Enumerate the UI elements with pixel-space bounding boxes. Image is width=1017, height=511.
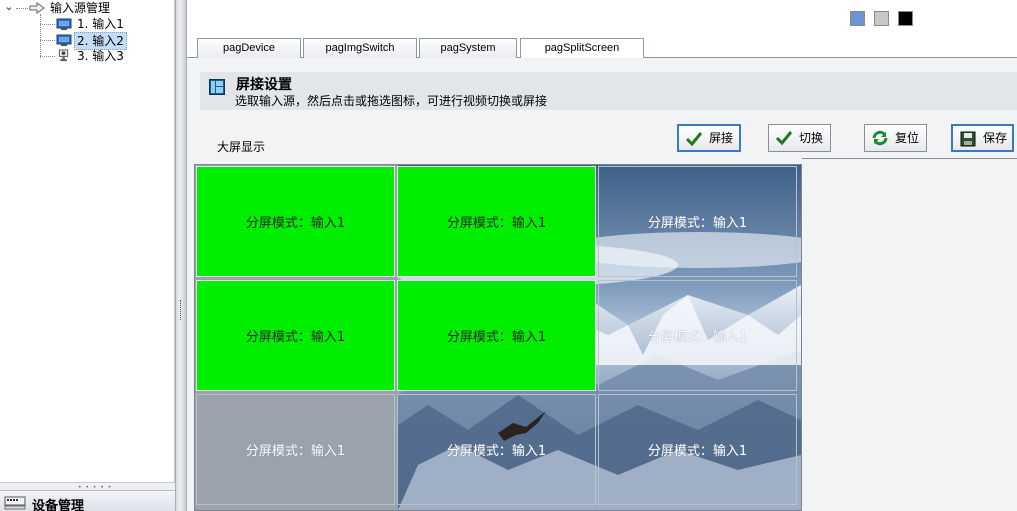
wall-cell-label: 分屏模式：输入1 <box>245 330 346 345</box>
camera-icon <box>58 49 69 62</box>
tab-label: pagSystem <box>440 42 496 54</box>
monitor-icon <box>56 34 72 46</box>
wall-cell[interactable]: 分屏模式：输入1 <box>196 280 395 391</box>
wall-cell[interactable]: 分屏模式：输入1 <box>397 166 596 277</box>
switch-button[interactable]: 切换 <box>768 124 831 152</box>
wall-cell-label: 分屏模式：输入1 <box>245 216 346 231</box>
wall-cell-label: 分屏模式：输入1 <box>245 444 346 459</box>
tree-item-label: 3. 输入3 <box>77 49 124 63</box>
checkmark-icon <box>775 131 793 146</box>
switch-button-label: 切换 <box>799 131 824 145</box>
device-management-label: 设备管理 <box>32 499 85 511</box>
video-wall: 分屏模式：输入1 分屏模式：输入1 分屏模式：输入1 分屏模式：输入1 分屏模式：输入1… <box>194 164 802 511</box>
tab-pagimgswitch[interactable]: pagImgSwitch <box>303 38 417 58</box>
tree-item-label: 1. 输入1 <box>77 17 124 31</box>
tab-pagsystem[interactable]: pagSystem <box>419 38 517 58</box>
save-button[interactable]: 保存 <box>951 124 1014 152</box>
wall-cell[interactable]: 分屏模式：输入1 <box>598 394 797 505</box>
theme-swatch-black[interactable] <box>898 11 913 26</box>
reset-button-label: 复位 <box>895 131 920 145</box>
big-screen-label: 大屏显示 <box>217 140 266 154</box>
tab-label: pagDevice <box>223 42 275 54</box>
wall-cell-label: 分屏模式：输入1 <box>647 444 748 459</box>
tree-root-label: 输入源管理 <box>50 1 111 15</box>
wall-cell-label: 分屏模式：输入1 <box>647 216 748 231</box>
wall-cell[interactable]: 分屏模式：输入1 <box>397 280 596 391</box>
panel-splitter[interactable] <box>175 0 187 511</box>
reset-button[interactable]: 复位 <box>864 124 927 152</box>
checkmark-icon <box>685 132 703 147</box>
tab-pagdevice[interactable]: pagDevice <box>197 38 301 58</box>
main-content: pagDevice pagImgSwitch pagSystem pagSpli… <box>187 0 1017 511</box>
page-subtitle: 选取输入源，然后点击或拖选图标，可进行视频切换或屏接 <box>235 94 548 108</box>
theme-swatch-blue[interactable] <box>850 11 865 26</box>
splice-button[interactable]: 屏接 <box>677 124 741 152</box>
wall-cell-label: 分屏模式：输入1 <box>446 330 547 345</box>
wall-cell-label: 分屏模式：输入1 <box>647 330 748 345</box>
theme-swatch-gray[interactable] <box>874 11 889 26</box>
monitor-icon <box>56 18 72 30</box>
wall-cell[interactable]: 分屏模式：输入1 <box>196 166 395 277</box>
tree-root-row[interactable]: ⌄ 输入源管理 <box>0 0 170 16</box>
wall-cell[interactable]: 分屏模式：输入1 <box>598 166 797 277</box>
save-button-label: 保存 <box>983 131 1008 145</box>
input-source-tree-panel: ⌄ 输入源管理 1. 输入1 2. 输入2 3. 输入3 • • • • • 设… <box>0 0 175 511</box>
wall-cell-label: 分屏模式：输入1 <box>446 216 547 231</box>
device-management-bar[interactable]: 设备管理 <box>0 490 175 511</box>
wall-cell[interactable]: 分屏模式：输入1 <box>397 394 596 505</box>
page-title: 屏接设置 <box>236 77 292 93</box>
split-screen-page: 屏接设置 选取输入源，然后点击或拖选图标，可进行视频切换或屏接 大屏显示 屏接 … <box>187 58 1017 511</box>
tab-label: pagSplitScreen <box>544 42 620 54</box>
tab-label: pagImgSwitch <box>325 42 395 54</box>
floppy-disk-icon <box>960 131 976 147</box>
tree-item-input-2[interactable]: 2. 输入2 <box>40 32 170 50</box>
wall-cell[interactable]: 分屏模式：输入1 <box>196 394 395 505</box>
chevron-down-icon[interactable]: ⌄ <box>3 1 15 13</box>
splice-button-label: 屏接 <box>709 131 734 145</box>
wall-cell-label: 分屏模式：输入1 <box>446 444 547 459</box>
settings-header: 屏接设置 选取输入源，然后点击或拖选图标，可进行视频切换或屏接 <box>200 72 1017 110</box>
arrow-right-icon <box>29 2 45 14</box>
grid-layout-icon <box>209 79 225 95</box>
tab-pagsplitscreen[interactable]: pagSplitScreen <box>520 38 644 59</box>
tab-strip: pagDevice pagImgSwitch pagSystem pagSpli… <box>187 38 1017 59</box>
panel-resize-grip[interactable]: • • • • • <box>0 482 175 491</box>
wall-cell[interactable]: 分屏模式：输入1 <box>598 280 797 391</box>
refresh-icon <box>872 130 888 146</box>
divider <box>802 158 1017 159</box>
device-icon <box>4 496 26 510</box>
tree-item-input-3[interactable]: 3. 输入3 <box>40 48 170 64</box>
tree-item-input-1[interactable]: 1. 输入1 <box>40 16 170 32</box>
